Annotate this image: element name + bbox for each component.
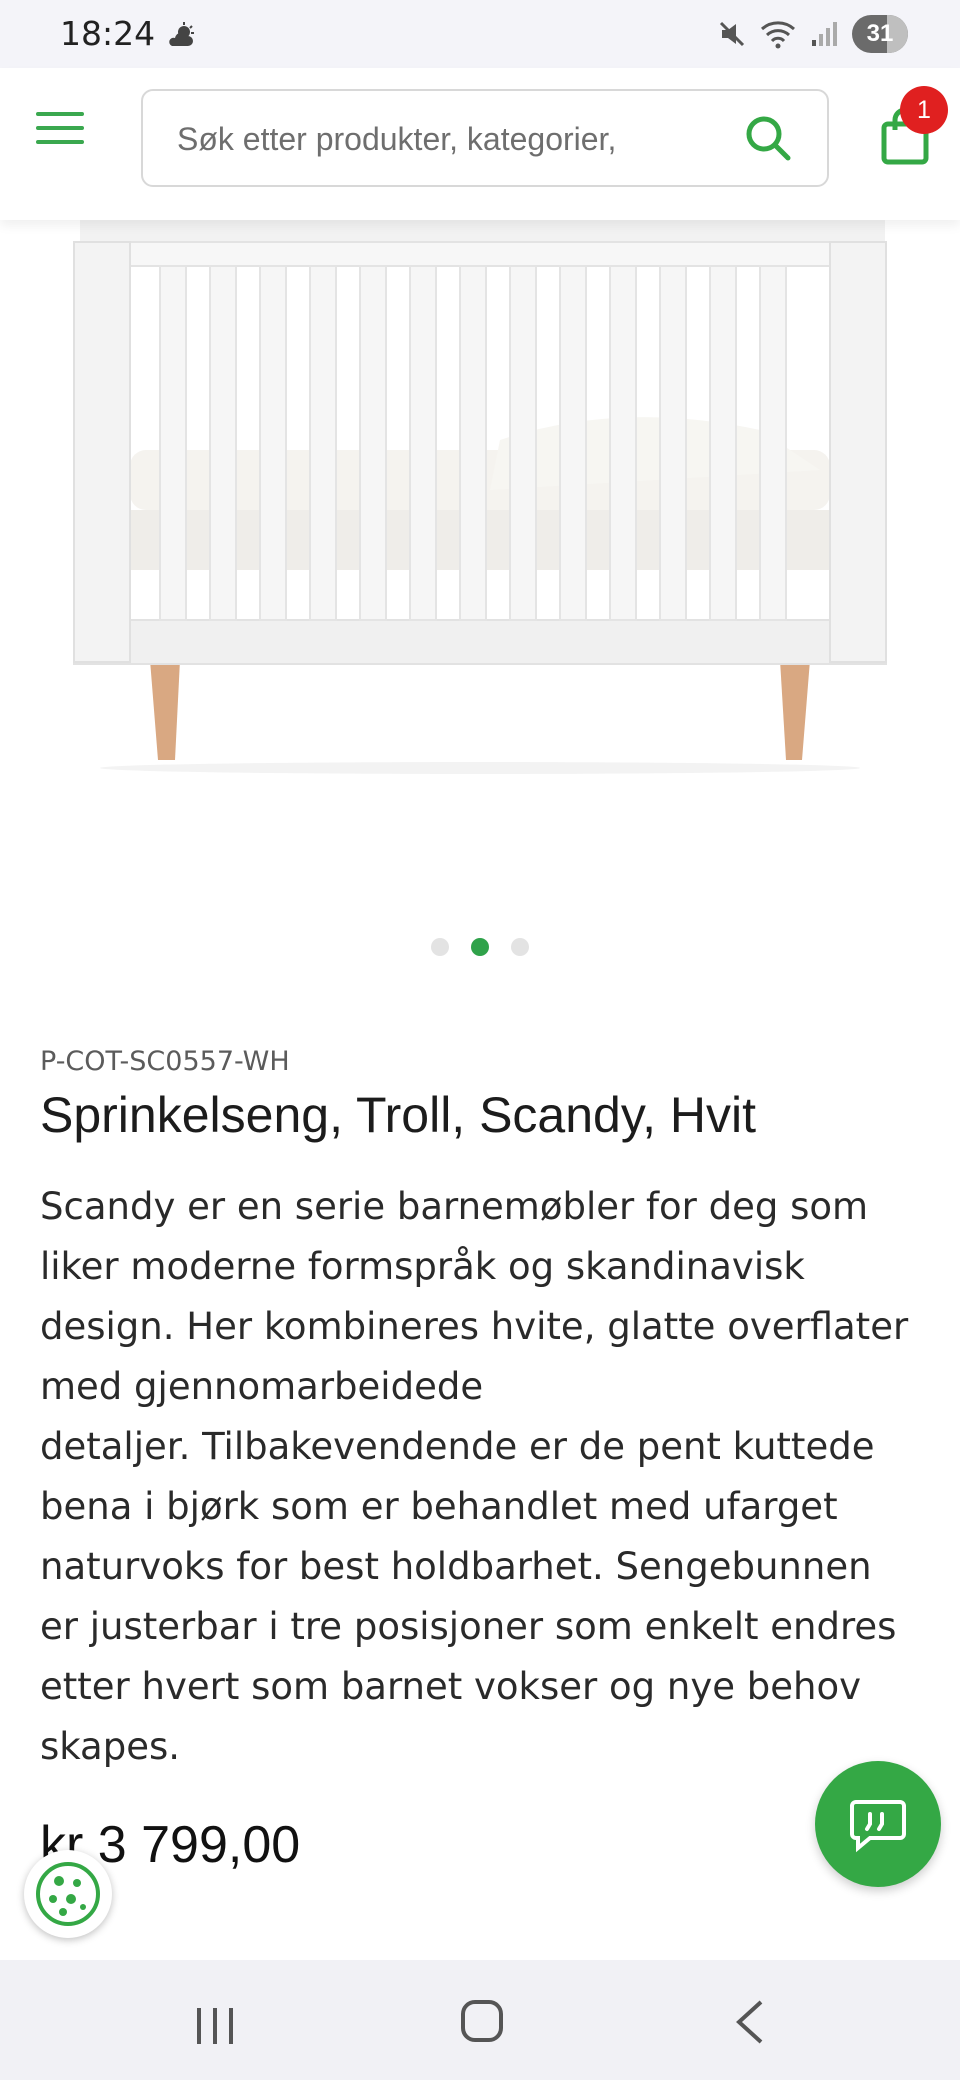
search-icon[interactable]: [743, 113, 793, 163]
chat-button[interactable]: [815, 1761, 941, 1887]
cookie-icon: [36, 1862, 100, 1926]
status-icons: 31: [718, 14, 908, 54]
description-line: skapes.: [40, 1725, 181, 1768]
gallery-dot-3[interactable]: [511, 938, 529, 956]
cart-count-badge: 1: [900, 86, 948, 134]
back-icon[interactable]: [735, 2000, 765, 2044]
gallery-pagination: [0, 938, 960, 956]
description-line: Scandy er en serie barnemøbler for deg s…: [40, 1185, 869, 1228]
home-icon[interactable]: [461, 2000, 503, 2042]
status-bar: 18:24 31: [0, 0, 960, 68]
description-line: er justerbar i tre posisjoner som enkelt…: [40, 1605, 897, 1648]
product-image[interactable]: [0, 220, 960, 910]
description-line: naturvoks for best holdbarhet. Sengebunn…: [40, 1545, 872, 1588]
recent-apps-icon[interactable]: [195, 2006, 235, 2046]
signal-icon: [812, 22, 837, 46]
description-line: bena i bjørk som er behandlet med ufarge…: [40, 1485, 838, 1528]
status-time: 18:24: [60, 14, 156, 53]
mute-icon: [719, 21, 745, 47]
description-line: detaljer. Tilbakevendende er de pent kut…: [40, 1425, 875, 1468]
description-line: med gjennomarbeidede: [40, 1365, 484, 1408]
hamburger-menu-icon[interactable]: [36, 112, 84, 152]
gallery-dot-1[interactable]: [431, 938, 449, 956]
product-sku: P-COT-SC0557-WH: [40, 1046, 290, 1077]
description-line: etter hvert som barnet vokser og nye beh…: [40, 1665, 861, 1708]
system-nav-bar: [0, 1960, 960, 2080]
description-line: design. Her kombineres hvite, glatte ove…: [40, 1305, 909, 1348]
product-description: Scandy er en serie barnemøbler for deg s…: [40, 1177, 930, 1777]
cloud-sun-icon: [169, 22, 194, 46]
cookie-settings-button[interactable]: [24, 1850, 112, 1938]
gallery-dot-2-active[interactable]: [471, 938, 489, 956]
search-placeholder: Søk etter produkter, kategorier,: [177, 121, 617, 157]
search-input[interactable]: Søk etter produkter, kategorier,: [141, 89, 829, 187]
battery-icon: 31: [852, 15, 908, 53]
wifi-icon: [761, 21, 795, 49]
product-title: Sprinkelseng, Troll, Scandy, Hvit: [40, 1087, 757, 1143]
site-header: Søk etter produkter, kategorier, 1: [0, 68, 960, 220]
description-line: liker moderne formspråk og skandinavisk: [40, 1245, 805, 1288]
battery-level: 31: [866, 20, 894, 47]
chat-bubble-icon: [850, 1800, 906, 1853]
